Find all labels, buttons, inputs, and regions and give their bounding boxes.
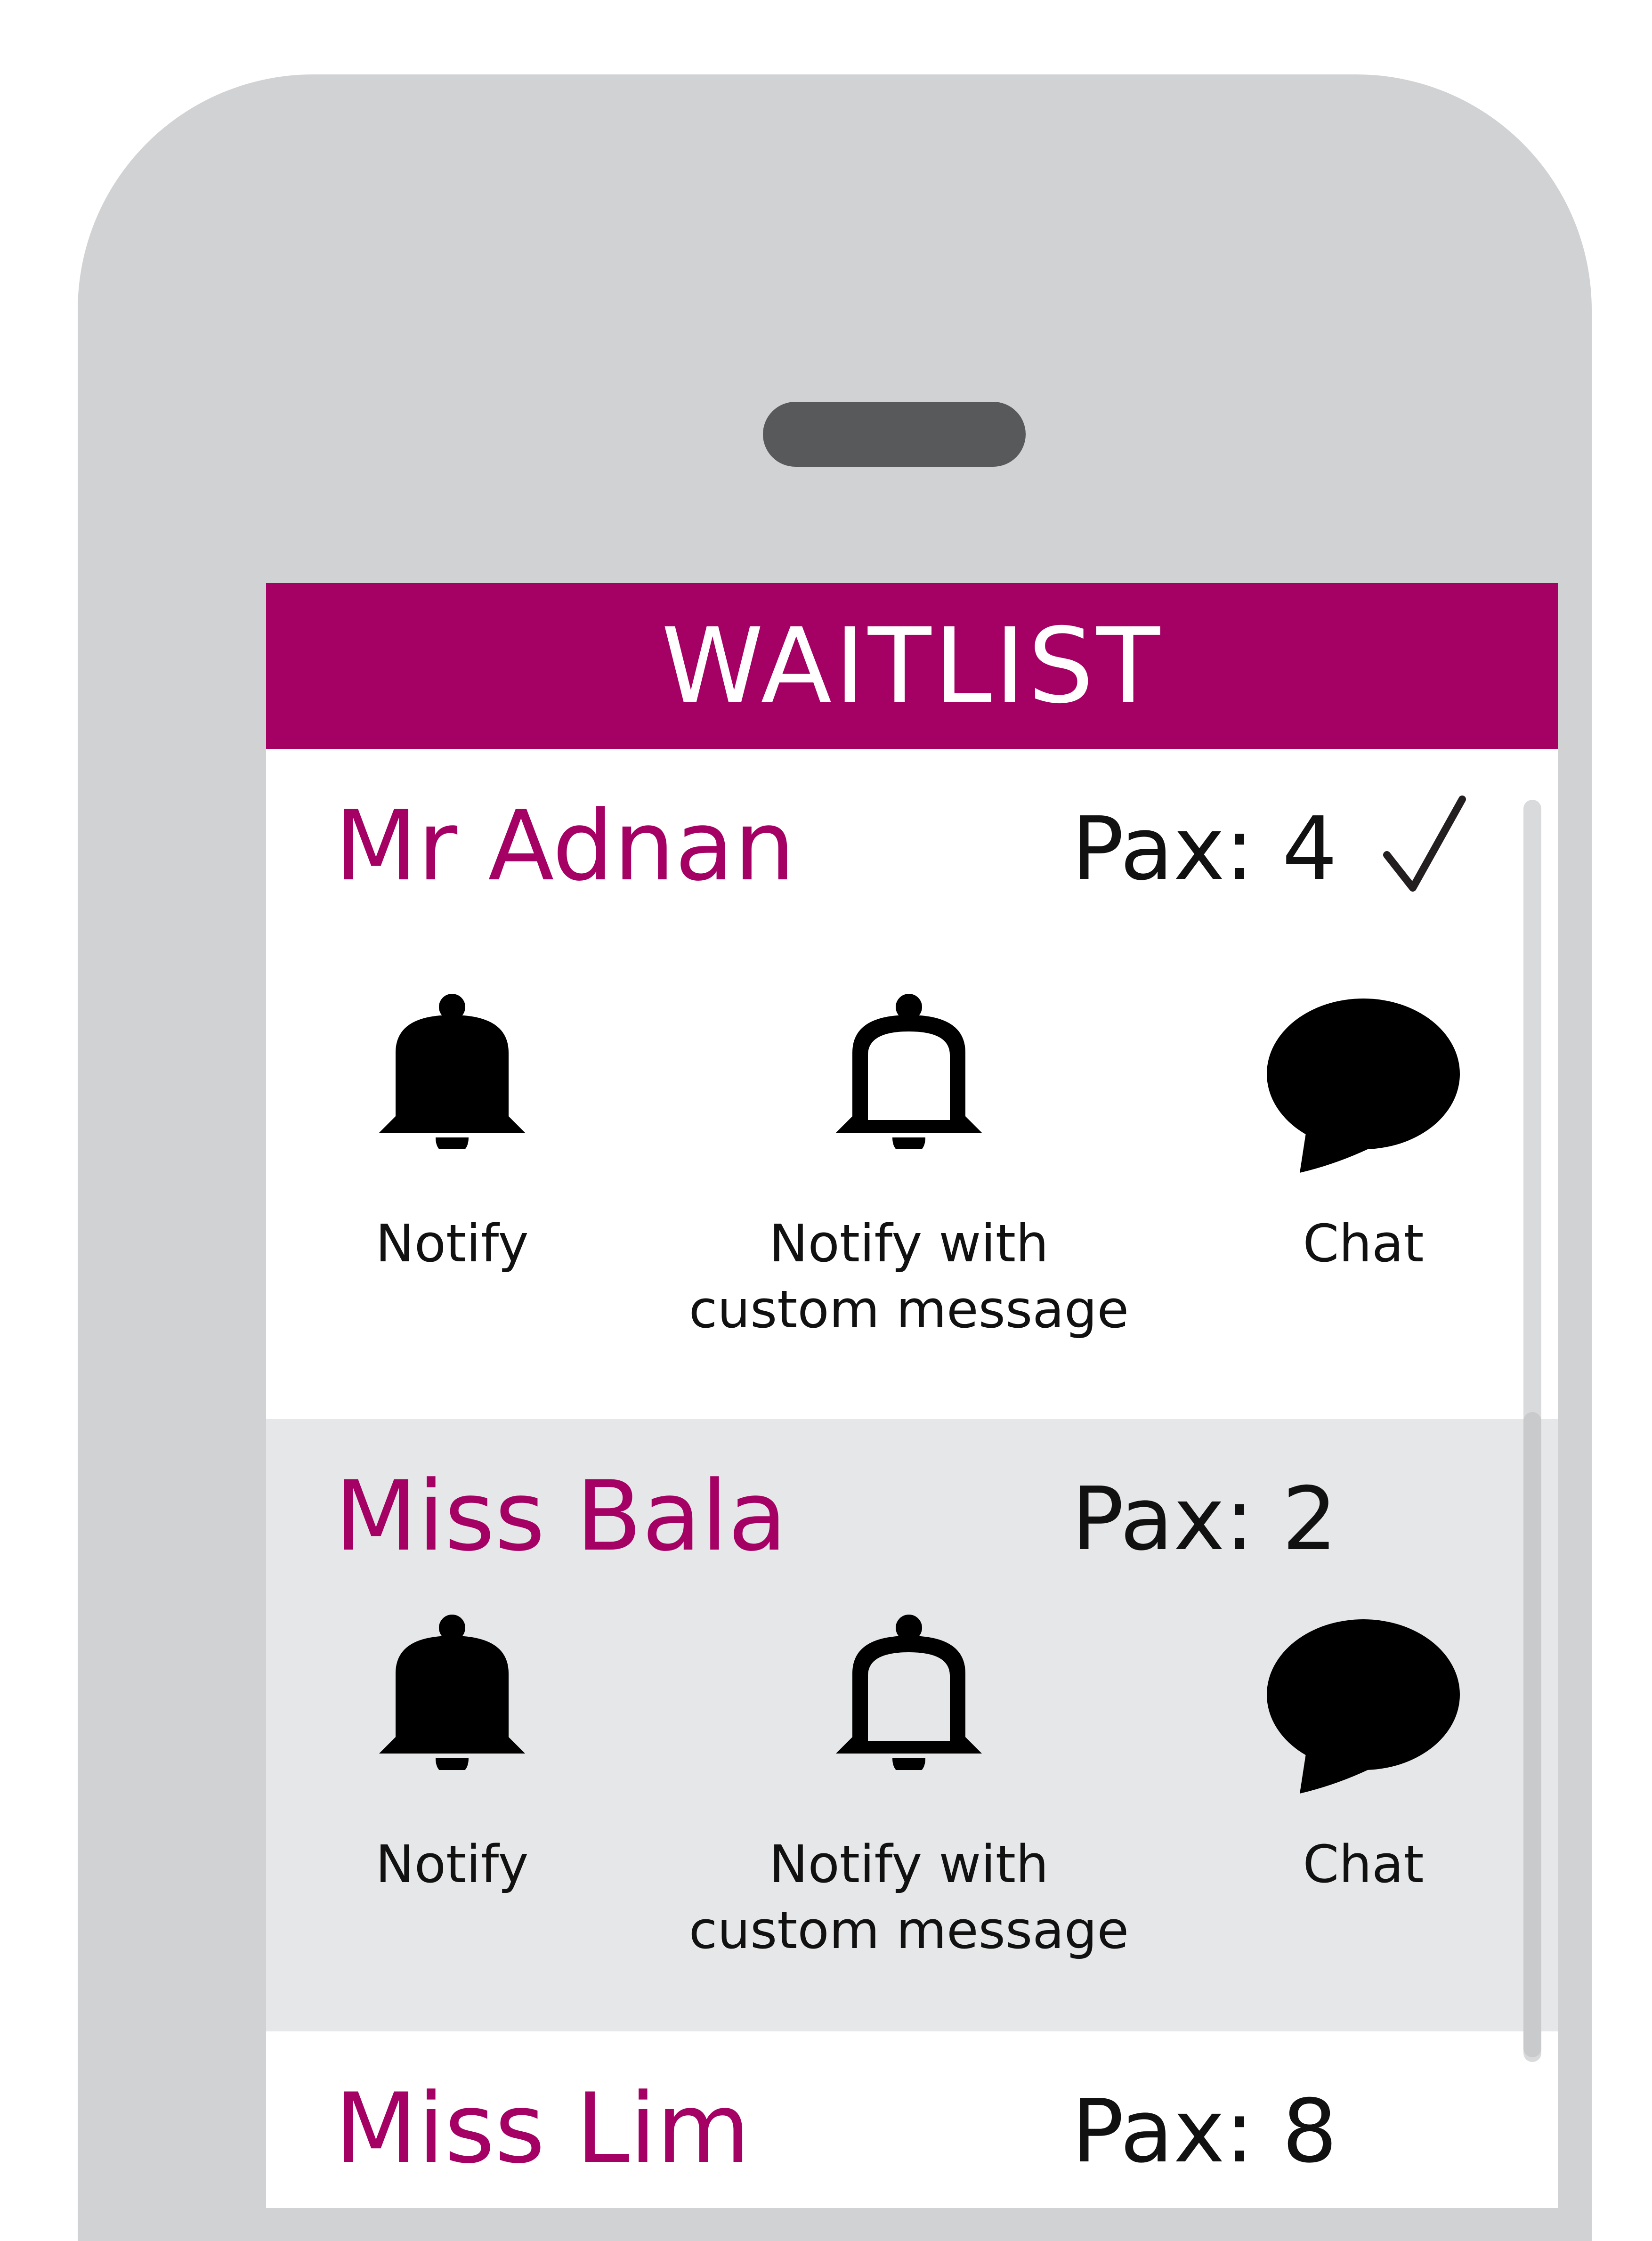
phone-frame: WAITLIST Mr Adnan Pax: 4 Notify Notify w…	[78, 74, 1592, 2241]
chat-button[interactable]: Chat	[1128, 1615, 1558, 1973]
waitlist-entry[interactable]: Miss Bala Pax: 2 Notify Notify with cust…	[266, 1419, 1558, 2031]
guest-name: Mr Adnan	[334, 790, 795, 902]
chat-button[interactable]: Chat	[1128, 994, 1558, 1352]
notify-custom-button[interactable]: Notify with custom message	[673, 994, 1144, 1352]
guest-name: Miss Bala	[334, 1461, 787, 1573]
party-size: Pax: 8	[1071, 2080, 1337, 2182]
phone-speaker	[763, 402, 1026, 467]
bell-outline-icon	[836, 994, 982, 1149]
chat-label: Chat	[1303, 1834, 1424, 1894]
notify-custom-button[interactable]: Notify with custom message	[673, 1615, 1144, 1973]
party-size: Pax: 2	[1071, 1468, 1337, 1570]
speech-bubble-icon	[1267, 999, 1460, 1173]
phone-screen: WAITLIST Mr Adnan Pax: 4 Notify Notify w…	[266, 583, 1558, 2208]
waitlist-entry[interactable]: Mr Adnan Pax: 4 Notify Notify with custo…	[266, 749, 1558, 1419]
bell-filled-icon	[379, 1615, 525, 1770]
notify-custom-label: Notify with custom message	[688, 1834, 1129, 1960]
waitlist-entry[interactable]: Miss Lim Pax: 8	[266, 2031, 1558, 2208]
party-size: Pax: 4	[1071, 798, 1337, 900]
bell-filled-icon	[379, 994, 525, 1149]
checkmark-icon	[1383, 796, 1466, 892]
entry-actions: Notify Notify with custom message Chat	[266, 1615, 1558, 1973]
notify-custom-label: Notify with custom message	[688, 1213, 1129, 1340]
scrollbar-thumb[interactable]	[1523, 1412, 1541, 2057]
speech-bubble-icon	[1267, 1619, 1460, 1794]
bell-outline-icon	[836, 1615, 982, 1770]
entry-actions: Notify Notify with custom message Chat	[266, 994, 1558, 1352]
notify-button[interactable]: Notify	[266, 994, 688, 1352]
notify-label: Notify	[375, 1834, 529, 1894]
scrollbar[interactable]	[1523, 800, 1541, 2062]
waitlist-header: WAITLIST	[266, 583, 1558, 749]
chat-label: Chat	[1303, 1213, 1424, 1274]
guest-name: Miss Lim	[334, 2073, 751, 2185]
notify-label: Notify	[375, 1213, 529, 1274]
page-title: WAITLIST	[661, 606, 1163, 726]
notify-button[interactable]: Notify	[266, 1615, 688, 1973]
